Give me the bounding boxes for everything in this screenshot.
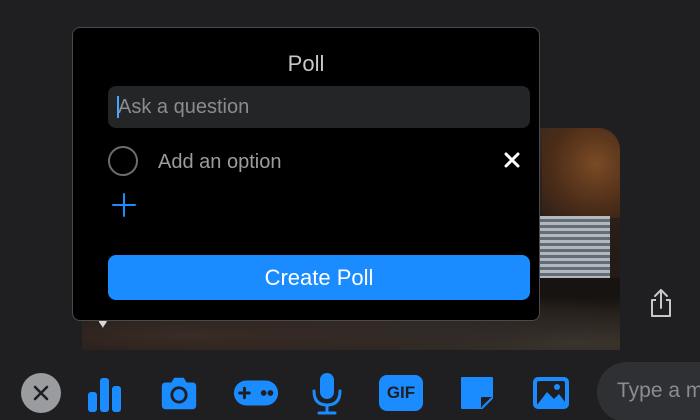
- messenger-screen: ♥ Poll Create Poll: [0, 0, 700, 420]
- gif-label: GIF: [386, 383, 416, 402]
- share-icon[interactable]: [646, 286, 676, 320]
- add-option-icon[interactable]: [111, 192, 137, 218]
- remove-option-icon[interactable]: [502, 150, 522, 170]
- game-controller-icon[interactable]: [232, 372, 280, 414]
- option-radio-icon: [108, 146, 138, 176]
- image-icon[interactable]: [530, 372, 572, 414]
- poll-dialog: Poll Create Poll: [72, 27, 540, 321]
- poll-option-row: [108, 145, 530, 181]
- composer-toolbar: GIF: [0, 350, 700, 420]
- poll-title: Poll: [287, 51, 325, 76]
- question-input[interactable]: [108, 86, 530, 128]
- option-input[interactable]: [158, 147, 478, 177]
- microphone-icon[interactable]: [306, 372, 348, 415]
- camera-icon[interactable]: [158, 372, 200, 414]
- sticker-icon[interactable]: [456, 372, 498, 414]
- create-poll-button[interactable]: Create Poll: [108, 255, 530, 300]
- message-input-wrapper: [597, 362, 700, 420]
- poll-icon[interactable]: [84, 372, 126, 414]
- text-caret: [117, 96, 119, 118]
- gif-icon[interactable]: GIF: [378, 372, 424, 414]
- message-input[interactable]: [617, 376, 700, 406]
- close-icon[interactable]: [20, 372, 62, 414]
